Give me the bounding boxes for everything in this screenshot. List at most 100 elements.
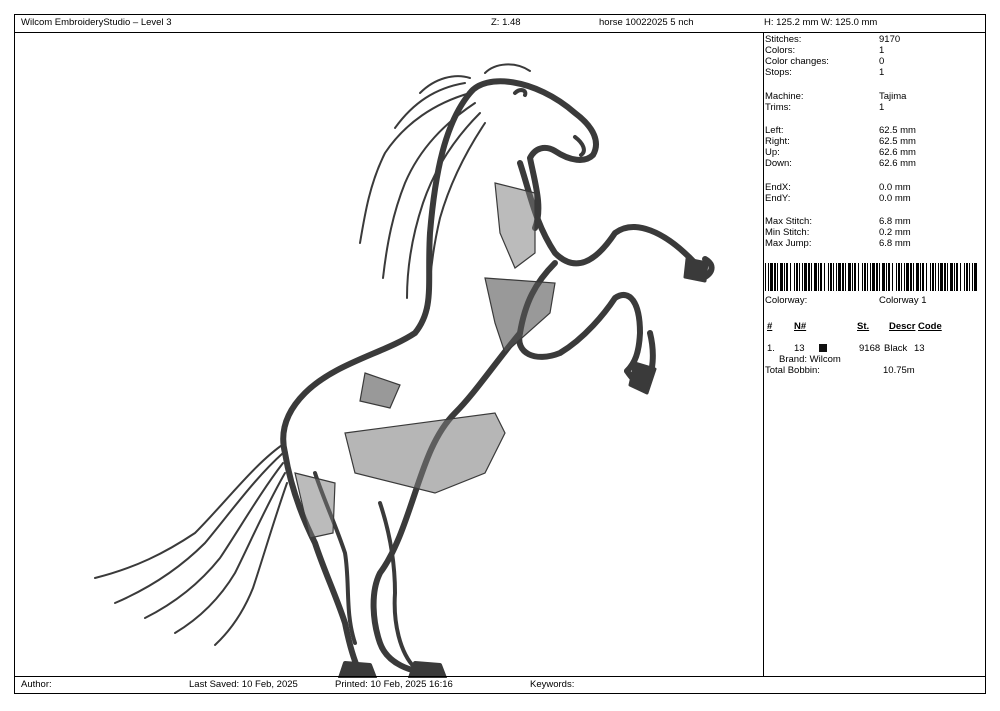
barcode-bar bbox=[774, 263, 776, 291]
barcode-bar bbox=[808, 263, 810, 291]
color-row-stitches: 9168 bbox=[859, 343, 881, 354]
footer-bar: Author: Last Saved: 10 Feb, 2025 Printed… bbox=[15, 676, 985, 693]
barcode-bar bbox=[879, 263, 880, 291]
barcode-bar bbox=[828, 263, 829, 291]
printed-date: Printed: 10 Feb, 2025 16:16 bbox=[335, 679, 453, 690]
barcode-bar bbox=[862, 263, 863, 291]
barcode-bar bbox=[888, 263, 890, 291]
author-field: Author: bbox=[21, 679, 52, 690]
barcode-bar bbox=[780, 263, 783, 291]
stat-max-jump: Max Jump: 6.8 mm bbox=[765, 238, 911, 249]
stat-colors: Colors: 1 bbox=[765, 45, 885, 56]
barcode-bar bbox=[876, 263, 878, 291]
header-bar: Wilcom EmbroideryStudio – Level 3 Z: 1.4… bbox=[15, 15, 985, 33]
col-header-code: Code bbox=[918, 321, 942, 332]
barcode-bar bbox=[920, 263, 921, 291]
color-row-needle: 13 bbox=[794, 343, 805, 354]
design-barcode bbox=[765, 263, 977, 291]
barcode-bar bbox=[818, 263, 819, 291]
barcode-bar bbox=[858, 263, 859, 291]
horse-embroidery-design bbox=[94, 63, 715, 680]
barcode-bar bbox=[799, 263, 800, 291]
zoom-level: Z: 1.48 bbox=[491, 17, 521, 28]
barcode-bar bbox=[896, 263, 897, 291]
barcode-bar bbox=[842, 263, 844, 291]
barcode-bar bbox=[901, 263, 902, 291]
total-bobbin-row: Total Bobbin: 10.75m bbox=[765, 365, 915, 376]
barcode-bar bbox=[916, 263, 919, 291]
stat-up: Up: 62.6 mm bbox=[765, 147, 916, 158]
barcode-bar bbox=[922, 263, 924, 291]
barcode-bar bbox=[777, 263, 778, 291]
barcode-bar bbox=[854, 263, 856, 291]
barcode-bar bbox=[811, 263, 812, 291]
barcode-bar bbox=[784, 263, 785, 291]
thread-color-swatch bbox=[819, 344, 827, 352]
barcode-bar bbox=[938, 263, 939, 291]
design-name: horse 10022025 5 nch bbox=[599, 17, 694, 28]
colorway-row: Colorway: Colorway 1 bbox=[765, 295, 927, 306]
stat-color-changes: Color changes: 0 bbox=[765, 56, 885, 67]
barcode-bar bbox=[872, 263, 875, 291]
barcode-bar bbox=[956, 263, 958, 291]
keywords-field: Keywords: bbox=[530, 679, 575, 690]
design-canvas[interactable] bbox=[15, 33, 763, 680]
barcode-bar bbox=[926, 263, 927, 291]
barcode-bar bbox=[954, 263, 955, 291]
last-saved: Last Saved: 10 Feb, 2025 bbox=[189, 679, 298, 690]
barcode-bar bbox=[910, 263, 912, 291]
barcode-bar bbox=[940, 263, 943, 291]
barcode-bar bbox=[947, 263, 948, 291]
panel-divider bbox=[763, 33, 764, 676]
barcode-bar bbox=[950, 263, 953, 291]
stat-down: Down: 62.6 mm bbox=[765, 158, 916, 169]
col-header-needle: N# bbox=[794, 321, 807, 332]
color-row-brand: Brand: Wilcom bbox=[779, 354, 841, 365]
barcode-bar bbox=[972, 263, 973, 291]
stat-machine: Machine: Tajima bbox=[765, 91, 907, 102]
color-row-descr: Black bbox=[884, 343, 908, 354]
design-dimensions: H: 125.2 mm W: 125.0 mm bbox=[764, 17, 878, 28]
stat-min-stitch: Min Stitch: 0.2 mm bbox=[765, 227, 911, 238]
barcode-bar bbox=[838, 263, 841, 291]
barcode-bar bbox=[852, 263, 853, 291]
barcode-bar bbox=[974, 263, 977, 291]
barcode-bar bbox=[824, 263, 825, 291]
col-header-descr: Descr bbox=[889, 321, 916, 332]
barcode-bar bbox=[932, 263, 934, 291]
barcode-bar bbox=[790, 263, 791, 291]
barcode-bar bbox=[944, 263, 946, 291]
barcode-bar bbox=[870, 263, 871, 291]
barcode-bar bbox=[814, 263, 817, 291]
barcode-bar bbox=[886, 263, 887, 291]
stat-left: Left: 62.5 mm bbox=[765, 125, 916, 136]
barcode-bar bbox=[906, 263, 909, 291]
barcode-bar bbox=[913, 263, 914, 291]
barcode-bar bbox=[935, 263, 936, 291]
col-header-stitches: St. bbox=[857, 321, 870, 332]
barcode-bar bbox=[770, 263, 773, 291]
color-row-code: 13 bbox=[914, 343, 925, 354]
barcode-bar bbox=[830, 263, 832, 291]
barcode-bar bbox=[892, 263, 893, 291]
barcode-bar bbox=[930, 263, 931, 291]
barcode-bar bbox=[802, 263, 803, 291]
design-info-panel: Stitches: 9170 Colors: 1 Color changes: 0 S… bbox=[765, 33, 987, 678]
barcode-bar bbox=[804, 263, 807, 291]
stat-endx: EndX: 0.0 mm bbox=[765, 182, 911, 193]
print-preview-sheet: Wilcom EmbroideryStudio – Level 3 Z: 1.4… bbox=[14, 14, 986, 694]
barcode-bar bbox=[898, 263, 900, 291]
stat-stitches: Stitches: 9170 bbox=[765, 34, 901, 45]
barcode-bar bbox=[960, 263, 961, 291]
barcode-bar bbox=[794, 263, 795, 291]
stat-endy: EndY: 0.0 mm bbox=[765, 193, 911, 204]
barcode-bar bbox=[820, 263, 822, 291]
barcode-bar bbox=[848, 263, 851, 291]
barcode-bar bbox=[904, 263, 905, 291]
barcode-bar bbox=[796, 263, 798, 291]
barcode-bar bbox=[969, 263, 970, 291]
barcode-bar bbox=[867, 263, 868, 291]
col-header-num: # bbox=[767, 321, 773, 332]
barcode-bar bbox=[768, 263, 769, 291]
barcode-bar bbox=[964, 263, 965, 291]
